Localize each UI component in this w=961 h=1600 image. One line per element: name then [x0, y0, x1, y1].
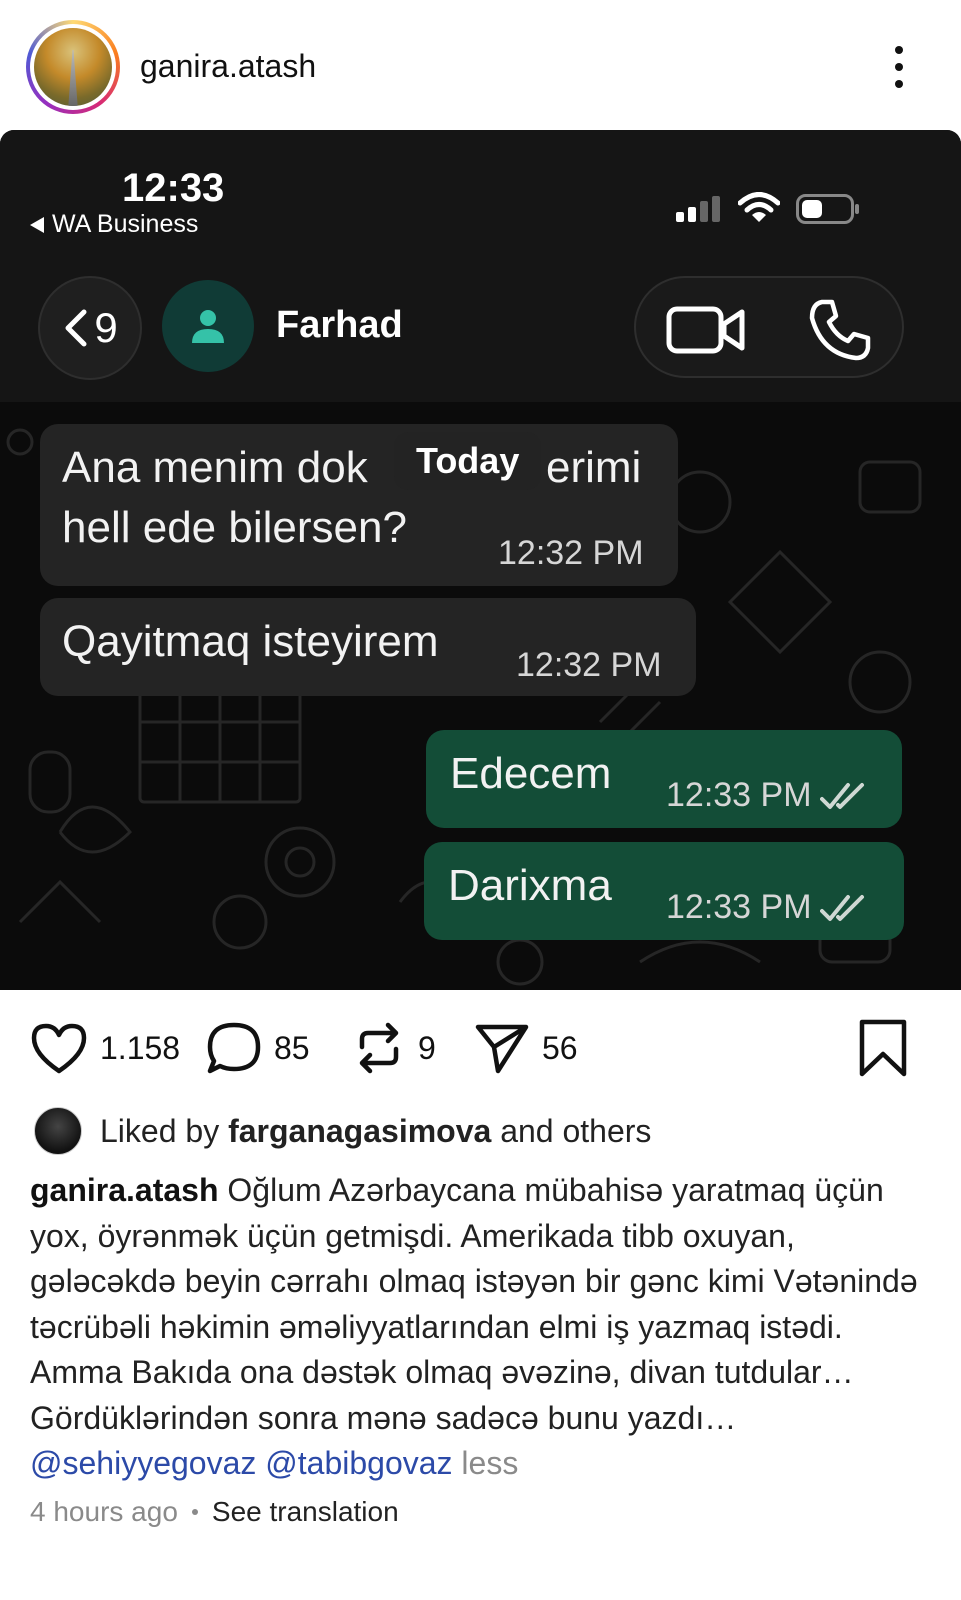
- contact-name[interactable]: Farhad: [276, 304, 403, 347]
- heart-icon: [31, 1023, 87, 1074]
- message-text: Qayitmaq isteyirem: [62, 617, 439, 666]
- message-text-line2: hell ede bilersen?: [62, 503, 407, 552]
- action-bar: 1.158 85 9 56: [0, 1010, 961, 1086]
- video-call-icon[interactable]: [666, 306, 746, 354]
- time-ago: 4 hours ago: [30, 1496, 178, 1527]
- post-header: ganira.atash: [0, 0, 961, 134]
- message-text-part: Ana menim dok: [62, 443, 368, 492]
- chevron-left-icon: [65, 309, 87, 347]
- status-time: 12:33: [122, 166, 225, 210]
- liked-by-suffix: and others: [500, 1112, 652, 1149]
- message-text: Ana menim dok: [62, 438, 368, 498]
- post-caption: ganira.atash Oğlum Azərbaycana mübahisə …: [30, 1168, 930, 1487]
- comment-icon: [207, 1022, 261, 1074]
- person-icon: [192, 310, 224, 343]
- message-text: Edecem: [450, 749, 612, 798]
- mention-link[interactable]: @sehiyyegovaz: [30, 1445, 256, 1481]
- read-ticks-icon: [819, 782, 864, 809]
- chat-back-button[interactable]: 9: [38, 276, 142, 380]
- less-link[interactable]: less: [461, 1445, 518, 1481]
- liker-username[interactable]: farganagasimova: [228, 1113, 491, 1149]
- message-time: 12:33 PM: [666, 888, 812, 926]
- comment-count: 85: [274, 1029, 310, 1066]
- chat-header-area: 12:33 WA Business 9 Farhad: [0, 130, 961, 402]
- like-count: 1.158: [100, 1029, 181, 1066]
- profile-avatar[interactable]: [26, 20, 120, 114]
- date-chip: Today: [394, 432, 542, 490]
- more-vertical-icon[interactable]: [893, 46, 905, 88]
- back-triangle-icon: [30, 216, 44, 233]
- liked-by-prefix: Liked by: [100, 1112, 220, 1149]
- repost-button[interactable]: 9: [352, 1010, 436, 1086]
- message-time: 12:33 PM: [666, 776, 812, 814]
- post-username[interactable]: ganira.atash: [140, 48, 316, 85]
- bookmark-icon[interactable]: [858, 1018, 908, 1078]
- caption-text: Oğlum Azərbaycana mübahisə yaratmaq üçün…: [30, 1172, 918, 1436]
- message-time-row: 12:33 PM: [666, 888, 866, 927]
- message-time: 12:32 PM: [498, 534, 644, 572]
- liked-by-text: Liked by farganagasimova and others: [100, 1113, 651, 1150]
- battery-icon: [796, 194, 859, 224]
- back-to-app: WA Business: [30, 210, 198, 239]
- avatar-image: [34, 28, 112, 106]
- back-app-label: WA Business: [52, 210, 199, 238]
- signal-icon: [676, 196, 720, 222]
- repost-icon: [359, 1022, 399, 1074]
- message-text-end: erimi: [546, 443, 642, 492]
- message-time-row: 12:33 PM: [666, 776, 866, 815]
- phone-call-icon[interactable]: [808, 298, 872, 362]
- see-translation-link[interactable]: See translation: [212, 1496, 399, 1528]
- mention-link[interactable]: @tabibgovaz: [265, 1445, 452, 1481]
- liker-avatar: [34, 1107, 82, 1155]
- repost-count: 9: [418, 1029, 436, 1066]
- separator-dot: [191, 1509, 198, 1515]
- chat-area: Ana menim dok erimi hell ede bilersen? 1…: [0, 402, 961, 990]
- post-meta: 4 hours ago See translation: [30, 1496, 399, 1528]
- like-button[interactable]: 1.158: [30, 1010, 180, 1086]
- liked-by-row[interactable]: Liked by farganagasimova and others: [34, 1106, 651, 1156]
- share-count: 56: [542, 1029, 578, 1066]
- message-text: Darixma: [448, 861, 612, 910]
- comment-button[interactable]: 85: [206, 1010, 310, 1086]
- read-ticks-icon: [819, 894, 864, 921]
- wifi-icon: [738, 192, 780, 222]
- caption-username[interactable]: ganira.atash: [30, 1172, 219, 1208]
- share-button[interactable]: 56: [474, 1010, 578, 1086]
- message-time: 12:32 PM: [516, 646, 662, 684]
- send-icon: [475, 1024, 529, 1074]
- unread-count: 9: [94, 304, 118, 351]
- contact-avatar[interactable]: [162, 280, 254, 372]
- post-image[interactable]: 12:33 WA Business 9 Farhad Ana menim dok…: [0, 130, 961, 990]
